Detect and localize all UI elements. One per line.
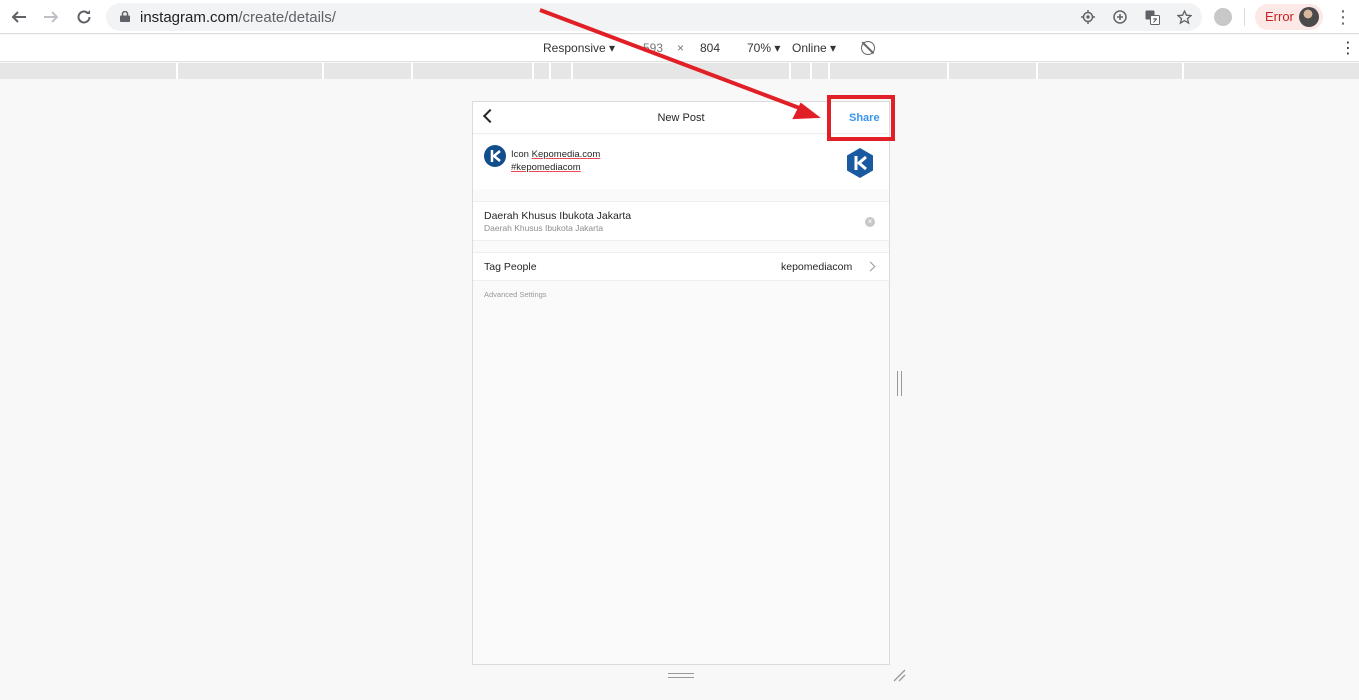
- kepomedia-logo-icon: [484, 145, 506, 167]
- width-field[interactable]: 593: [643, 39, 663, 58]
- extension-icon[interactable]: [1214, 8, 1232, 26]
- location-row[interactable]: Daerah Khusus Ibukota Jakarta Daerah Khu…: [473, 201, 889, 241]
- device-toolbar: Responsive ▾ 593 × 804 70% ▾ Online ▾ ⋮: [0, 35, 1359, 62]
- reload-icon[interactable]: [73, 6, 95, 28]
- translate-icon[interactable]: [1143, 8, 1161, 26]
- caption-text[interactable]: Icon Kepomedia.com #kepomediacom: [511, 148, 600, 174]
- browser-toolbar: instagram.com/create/details/ Error ⋮: [0, 0, 1359, 34]
- location-icon[interactable]: [1079, 8, 1097, 26]
- media-query-ruler[interactable]: [0, 63, 1359, 79]
- tagged-user: kepomediacom: [781, 261, 853, 273]
- network-select[interactable]: Online ▾: [792, 41, 836, 55]
- forward-icon[interactable]: [40, 6, 62, 28]
- advanced-settings-link[interactable]: Advanced Settings: [484, 290, 547, 299]
- error-label: Error: [1265, 9, 1294, 24]
- rotate-icon[interactable]: [861, 41, 875, 55]
- height-field[interactable]: 804: [700, 39, 720, 58]
- times-sign: ×: [677, 41, 685, 55]
- lock-icon: [120, 11, 130, 22]
- location-title: Daerah Khusus Ibukota Jakarta: [484, 210, 632, 222]
- tag-people-row[interactable]: Tag People kepomediacom: [473, 252, 889, 281]
- toolbar-divider: [1244, 8, 1245, 26]
- address-bar[interactable]: instagram.com/create/details/: [106, 3, 1202, 31]
- device-viewport: New Post Share Icon Kepomedia.com #kepom…: [472, 101, 890, 665]
- chevron-right-icon: [865, 261, 876, 272]
- post-thumbnail: [845, 147, 875, 179]
- profile-error-chip[interactable]: Error: [1255, 4, 1323, 30]
- annotation-highlight-box: [827, 95, 895, 141]
- resize-handle-bottom[interactable]: [668, 673, 694, 678]
- star-icon[interactable]: [1175, 8, 1193, 26]
- back-icon[interactable]: [8, 6, 30, 28]
- menu-icon[interactable]: ⋮: [1334, 6, 1352, 28]
- avatar: [1299, 7, 1319, 27]
- clear-location-icon[interactable]: ×: [865, 217, 875, 227]
- url-text: instagram.com/create/details/: [140, 9, 336, 26]
- tag-people-label: Tag People: [484, 261, 537, 273]
- zoom-icon[interactable]: [1111, 8, 1129, 26]
- caption-row[interactable]: Icon Kepomedia.com #kepomediacom: [473, 135, 889, 189]
- location-subtitle: Daerah Khusus Ibukota Jakarta: [484, 223, 604, 233]
- resize-handle-corner[interactable]: [892, 668, 906, 682]
- more-options-icon[interactable]: ⋮: [1340, 38, 1356, 58]
- device-select[interactable]: Responsive ▾: [543, 41, 615, 55]
- resize-handle-right[interactable]: [897, 371, 902, 396]
- zoom-select[interactable]: 70% ▾: [747, 41, 780, 55]
